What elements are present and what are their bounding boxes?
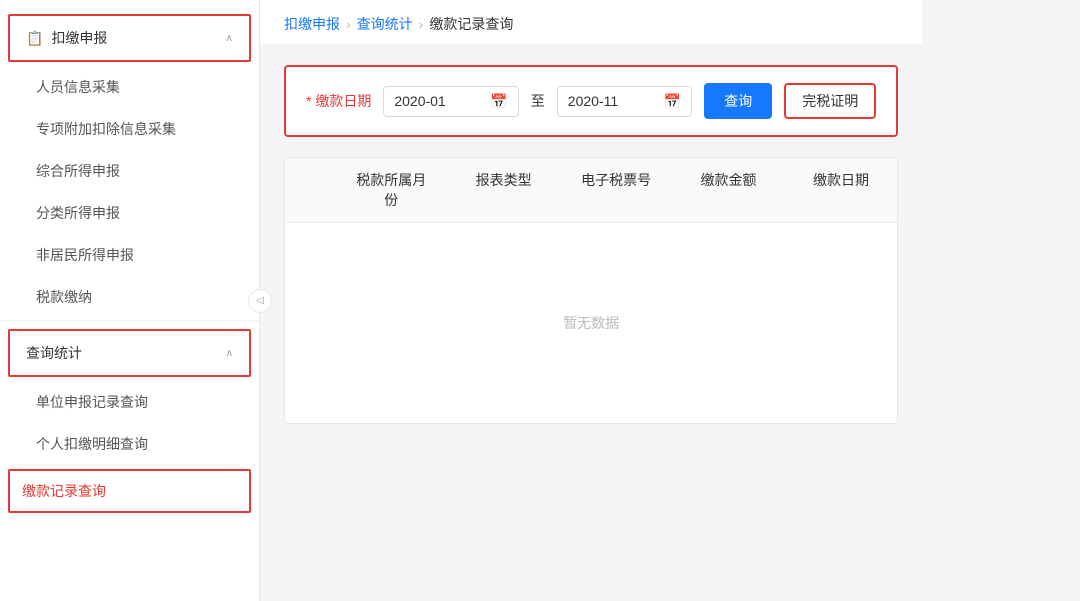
sidebar-item-renyuan[interactable]: 人员信息采集 bbox=[0, 66, 259, 108]
table-col-type: 报表类型 bbox=[447, 158, 559, 222]
cert-button[interactable]: 完税证明 bbox=[784, 83, 876, 119]
main-content: 扣缴申报 › 查询统计 › 缴款记录查询 缴款日期 📅 至 📅 查询 bbox=[260, 0, 922, 601]
sidebar-group2-label: 查询统计 bbox=[26, 343, 82, 363]
table-header: 税款所属月份 报表类型 电子税票号 缴款金额 缴款日期 bbox=[285, 158, 897, 223]
calendar-icon-to: 📅 bbox=[664, 93, 681, 110]
sidebar-item-zhuanxiang[interactable]: 专项附加扣除信息采集 bbox=[0, 108, 259, 150]
breadcrumb: 扣缴申报 › 查询统计 › 缴款记录查询 bbox=[260, 0, 922, 45]
sidebar-item-gerenmingxi[interactable]: 个人扣缴明细查询 bbox=[0, 423, 259, 465]
sidebar-item-zonghe[interactable]: 综合所得申报 bbox=[0, 150, 259, 192]
form-icon: 📋 bbox=[26, 30, 43, 47]
chevron-up-icon: ∧ bbox=[226, 33, 233, 44]
search-bar: 缴款日期 📅 至 📅 查询 完税证明 bbox=[284, 65, 898, 137]
date-to-field[interactable] bbox=[568, 93, 658, 109]
sidebar-group-kujiao[interactable]: 📋 扣缴申报 ∧ bbox=[8, 14, 251, 62]
table-col-month: 税款所属月份 bbox=[335, 158, 447, 222]
sidebar-item-jiaokuan[interactable]: 缴款记录查询 bbox=[8, 469, 251, 513]
sidebar-item-danbao[interactable]: 单位申报记录查询 bbox=[0, 381, 259, 423]
chevron-up-icon2: ∧ bbox=[226, 348, 233, 359]
query-button[interactable]: 查询 bbox=[704, 83, 772, 119]
empty-text: 暂无数据 bbox=[563, 253, 619, 393]
to-label: 至 bbox=[531, 91, 545, 111]
breadcrumb-sep2: › bbox=[419, 16, 424, 32]
sidebar-group-chaxun[interactable]: 查询统计 ∧ bbox=[8, 329, 251, 377]
breadcrumb-sep1: › bbox=[346, 16, 351, 32]
sidebar: 📋 扣缴申报 ∧ 人员信息采集 专项附加扣除信息采集 综合所得申报 分类所得申报… bbox=[0, 0, 260, 601]
data-table: 税款所属月份 报表类型 电子税票号 缴款金额 缴款日期 暂无数据 bbox=[284, 157, 898, 424]
table-body: 暂无数据 bbox=[285, 223, 897, 423]
breadcrumb-link-chaxun[interactable]: 查询统计 bbox=[357, 14, 413, 34]
date-from-field[interactable] bbox=[394, 93, 484, 109]
breadcrumb-current: 缴款记录查询 bbox=[429, 14, 513, 34]
sidebar-group1-label: 扣缴申报 bbox=[51, 28, 107, 48]
sidebar-item-shuikuan[interactable]: 税款缴纳 bbox=[0, 276, 259, 318]
table-col-amount: 缴款金额 bbox=[672, 158, 784, 222]
date-from-input[interactable]: 📅 bbox=[383, 86, 518, 117]
sidebar-divider bbox=[0, 320, 259, 321]
sidebar-collapse-button[interactable]: ◁ bbox=[248, 289, 272, 313]
calendar-icon-from: 📅 bbox=[490, 93, 507, 110]
breadcrumb-link-kujiao[interactable]: 扣缴申报 bbox=[284, 14, 340, 34]
content-area: 缴款日期 📅 至 📅 查询 完税证明 税款所属月份 报表类型 bbox=[260, 45, 922, 601]
table-col-ticket: 电子税票号 bbox=[560, 158, 672, 222]
date-to-input[interactable]: 📅 bbox=[557, 86, 692, 117]
table-col-check bbox=[285, 158, 335, 222]
date-label: 缴款日期 bbox=[306, 91, 371, 111]
sidebar-item-fenlei[interactable]: 分类所得申报 bbox=[0, 192, 259, 234]
table-col-date: 缴款日期 bbox=[785, 158, 897, 222]
sidebar-item-feijumin[interactable]: 非居民所得申报 bbox=[0, 234, 259, 276]
